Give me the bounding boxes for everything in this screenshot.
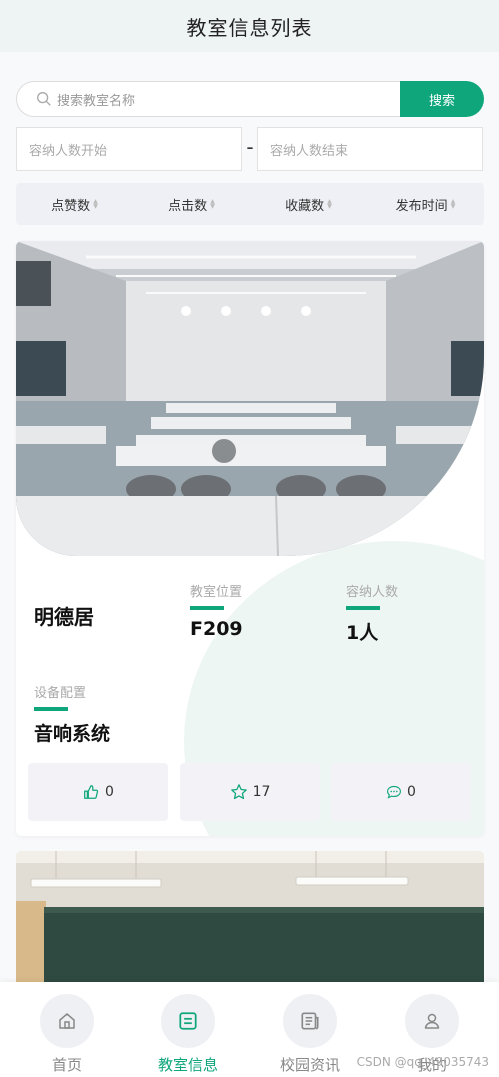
range-separator: -	[246, 135, 254, 159]
search-bar: 搜索教室名称 搜索	[16, 81, 484, 117]
tab-classroom-info[interactable]: 教室信息	[148, 994, 228, 1075]
capacity-value: 1人	[346, 622, 379, 644]
location-field: 教室位置 F209	[190, 581, 243, 640]
comment-button[interactable]: 0	[331, 763, 471, 821]
classroom-photo[interactable]	[16, 241, 484, 556]
bottom-tab-bar: 首页 教室信息 校园资讯 我的 CSDN @qq_49035743	[0, 982, 499, 1077]
favorite-count: 17	[252, 784, 271, 800]
sort-favorites[interactable]: 收藏数 ▲ ▼	[250, 195, 367, 214]
page-title: 教室信息列表	[186, 15, 313, 40]
classroom-name: 明德居	[34, 605, 94, 629]
sort-arrows-icon: ▲ ▼	[210, 198, 215, 210]
sort-likes-label: 点赞数	[51, 198, 91, 214]
capacity-field: 容纳人数 1人	[346, 581, 398, 645]
sort-arrows-icon: ▲ ▼	[93, 198, 98, 210]
star-icon	[230, 784, 247, 800]
capacity-label: 容纳人数	[346, 585, 399, 600]
classroom-image-2	[16, 851, 484, 982]
classroom-image	[16, 241, 484, 556]
tab-home-label: 首页	[51, 1056, 82, 1074]
tab-icon-circle	[283, 994, 337, 1048]
tab-icon-circle	[161, 994, 215, 1048]
header-bar: 教室信息列表	[0, 0, 499, 52]
comment-count: 0	[407, 784, 416, 800]
news-icon	[301, 1012, 319, 1030]
location-label: 教室位置	[190, 585, 243, 600]
sort-arrows-icon: ▲ ▼	[327, 198, 332, 210]
tab-icon-circle	[405, 994, 459, 1048]
tab-icon-circle	[40, 994, 94, 1048]
tab-classroom-info-label: 教室信息	[157, 1056, 218, 1074]
search-button[interactable]: 搜索	[400, 81, 484, 117]
capacity-start-input[interactable]: 容纳人数开始	[16, 127, 242, 171]
tab-campus-news-label: 校园资讯	[279, 1056, 340, 1074]
equipment-label: 设备配置	[34, 686, 87, 701]
equipment-field: 设备配置 音响系统	[34, 682, 110, 746]
classroom-card[interactable]: 明德居 教室位置 F209 容纳人数 1人 设备配置 音响系统 0 17 0	[16, 241, 484, 836]
comment-icon	[387, 785, 401, 799]
sort-likes[interactable]: 点赞数 ▲ ▼	[16, 195, 133, 214]
sort-publish-time[interactable]: 发布时间 ▲ ▼	[367, 195, 484, 214]
capacity-end-input[interactable]: 容纳人数结束	[257, 127, 483, 171]
tab-home[interactable]: 首页	[27, 994, 107, 1075]
main-content[interactable]: 搜索教室名称 搜索 容纳人数开始 - 容纳人数结束 点赞数 ▲ ▼ 点击数 ▲ ▼ …	[0, 52, 499, 982]
home-icon	[59, 1013, 75, 1029]
search-placeholder: 搜索教室名称	[57, 93, 136, 109]
search-icon	[37, 92, 51, 106]
thumbs-up-icon	[84, 785, 99, 799]
user-icon	[424, 1013, 440, 1029]
tab-campus-news[interactable]: 校园资讯	[270, 994, 350, 1075]
classroom-card-2[interactable]	[16, 851, 484, 982]
sort-clicks[interactable]: 点击数 ▲ ▼	[133, 195, 250, 214]
card-actions: 0 17 0	[28, 763, 473, 821]
sort-favorites-label: 收藏数	[285, 198, 325, 214]
like-count: 0	[105, 784, 114, 800]
location-value: F209	[190, 618, 243, 640]
search-input[interactable]: 搜索教室名称	[16, 81, 416, 117]
doc-icon	[179, 1012, 197, 1030]
watermark: CSDN @qq_49035743	[356, 1055, 489, 1069]
sort-arrows-icon: ▲ ▼	[450, 198, 456, 210]
label-underline	[190, 606, 224, 610]
label-underline	[346, 606, 380, 610]
equipment-value: 音响系统	[34, 723, 111, 745]
capacity-range-filter: 容纳人数开始 - 容纳人数结束	[16, 127, 484, 171]
sort-bar: 点赞数 ▲ ▼ 点击数 ▲ ▼ 收藏数 ▲ ▼ 发布时间 ▲ ▼	[16, 183, 484, 225]
favorite-button[interactable]: 17	[180, 763, 320, 821]
sort-publish-time-label: 发布时间	[395, 198, 448, 214]
label-underline	[34, 707, 68, 711]
sort-clicks-label: 点击数	[168, 198, 208, 214]
like-button[interactable]: 0	[28, 763, 168, 821]
